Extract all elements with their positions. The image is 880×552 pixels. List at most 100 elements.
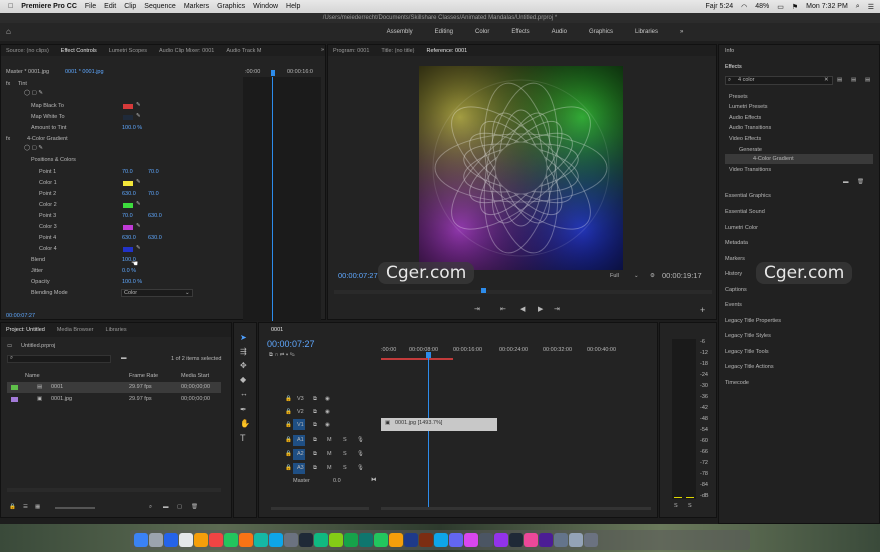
mail-icon[interactable] (179, 533, 193, 547)
launchpad-icon[interactable] (149, 533, 163, 547)
new-item-icon[interactable]: ▢ (177, 504, 182, 510)
effects-search-input[interactable]: ⌕ 4 color ✕ (725, 76, 833, 85)
gradient-effect[interactable]: 4-Color Gradient (27, 136, 68, 142)
lock-icon[interactable]: 🔒 (285, 422, 292, 428)
track-select-icon[interactable]: ⇶ (240, 347, 247, 356)
panel-history[interactable]: History (725, 271, 742, 277)
panel-timecode[interactable]: Timecode (725, 380, 749, 386)
panel-events[interactable]: Events (725, 302, 742, 308)
delete-icon[interactable]: 🗑 (857, 179, 864, 185)
tree-video-effects[interactable]: Video Effects (729, 136, 761, 142)
step-forward-icon[interactable]: ⇥ (554, 305, 560, 313)
wifi-icon[interactable]: ◠ (741, 3, 747, 11)
32bit-icon[interactable]: ▤ (851, 77, 856, 83)
color2-swatch[interactable] (123, 203, 133, 208)
search-icon[interactable]: ⌕ (856, 3, 860, 11)
blending-mode-select[interactable]: Color ⌄ (121, 289, 193, 297)
clear-search-icon[interactable]: ✕ (824, 77, 829, 83)
map-white-swatch[interactable] (123, 115, 133, 120)
wrench-icon[interactable]: ⚙ (650, 273, 655, 279)
tree-generate[interactable]: Generate (739, 147, 762, 153)
lock-icon[interactable]: 🔒 (285, 465, 292, 471)
tab-project[interactable]: Project: Untitled (6, 327, 45, 333)
app-icon[interactable] (464, 533, 478, 547)
timeline-hscrollbar[interactable] (381, 507, 651, 510)
eyedropper-icon[interactable]: ✎ (136, 201, 141, 207)
eye-icon[interactable]: ◉ (325, 409, 330, 415)
tab-program[interactable]: Program: 0001 (333, 48, 369, 54)
panel-metadata[interactable]: Metadata (725, 240, 748, 246)
mask-ellipse-icon[interactable]: ◯ ▢ ✎ (24, 90, 43, 96)
clock[interactable]: Mon 7:32 PM (806, 3, 848, 10)
lock-icon[interactable]: 🔒 (285, 437, 292, 443)
app-icon[interactable] (479, 533, 493, 547)
tab-sequence[interactable]: 0001 (271, 327, 283, 333)
panel-markers[interactable]: Markers (725, 256, 745, 262)
menu-sequence[interactable]: Sequence (144, 3, 176, 10)
safari-icon[interactable] (164, 533, 178, 547)
col-name[interactable]: Name (25, 373, 40, 379)
track-a2[interactable]: A2 (297, 451, 304, 457)
new-bin-icon[interactable]: ▬ (121, 355, 127, 361)
accelerated-icon[interactable]: ▤ (837, 77, 842, 83)
app-icon[interactable] (374, 533, 388, 547)
mask-ellipse-icon[interactable]: ◯ ▢ ✎ (24, 145, 43, 151)
finder-icon[interactable] (134, 533, 148, 547)
menu-markers[interactable]: Markers (184, 3, 209, 10)
col-media-start[interactable]: Media Start (181, 373, 209, 379)
play-icon[interactable]: ▶ (538, 305, 543, 313)
pen-icon[interactable]: ✒ (240, 405, 247, 414)
icon-view-icon[interactable]: ▦ (35, 504, 40, 510)
appstore-icon[interactable] (269, 533, 283, 547)
delete-icon[interactable]: 🗑 (191, 504, 198, 510)
mic-icon[interactable]: 🎙 (357, 451, 364, 457)
point4-y[interactable]: 630.0 (148, 235, 162, 241)
battery-percent[interactable]: 48% (755, 3, 769, 10)
program-playhead[interactable] (481, 288, 486, 293)
master-volume[interactable]: 0.0 (333, 478, 341, 484)
positions-colors-label[interactable]: Positions & Colors (31, 157, 76, 163)
tab-reference[interactable]: Reference: 0001 (427, 48, 468, 54)
tab-audio-track[interactable]: Audio Track M (226, 48, 261, 54)
mic-icon[interactable]: 🎙 (357, 465, 364, 471)
mute-button[interactable]: M (327, 465, 332, 471)
tree-lumetri-presets[interactable]: Lumetri Presets (729, 104, 768, 110)
mute-button[interactable]: M (327, 437, 332, 443)
tab-title[interactable]: Title: (no title) (381, 48, 414, 54)
tree-audio-transitions[interactable]: Audio Transitions (729, 125, 771, 131)
zoom-slider[interactable] (55, 507, 95, 509)
video-preview[interactable] (419, 66, 623, 270)
table-row[interactable]: ▣ 0001.jpg 29.97 fps 00;00;00;00 (7, 394, 221, 405)
end-marker-icon[interactable]: ⧓ (371, 477, 377, 483)
app-menu[interactable]: Premiere Pro CC (21, 3, 77, 10)
terminal-icon[interactable] (299, 533, 313, 547)
panel-essential-graphics[interactable]: Essential Graphics (725, 193, 771, 199)
effects-tab[interactable]: Effects (725, 64, 742, 70)
app-icon[interactable] (344, 533, 358, 547)
menu-edit[interactable]: Edit (104, 3, 116, 10)
eyedropper-icon[interactable]: ✎ (136, 113, 141, 119)
mic-icon[interactable]: 🎙 (357, 437, 364, 443)
menu-clip[interactable]: Clip (124, 3, 136, 10)
timeline-clip[interactable]: ▣ 0001.jpg [1493.7%] (381, 418, 497, 431)
info-tab[interactable]: Info (725, 48, 734, 54)
app-icon[interactable] (449, 533, 463, 547)
color4-swatch[interactable] (123, 247, 133, 252)
ec-playhead[interactable] (271, 70, 275, 76)
fx-toggle-icon[interactable]: fx (6, 136, 10, 142)
work-area-bar[interactable] (381, 358, 453, 360)
find-icon[interactable]: ⌕ (149, 504, 152, 511)
panel-legacy-title-tools[interactable]: Legacy Title Tools (725, 349, 769, 355)
track-v2[interactable]: V2 (297, 409, 304, 415)
point1-y[interactable]: 70.0 (148, 169, 159, 175)
col-frame-rate[interactable]: Frame Rate (129, 373, 158, 379)
selection-tool-icon[interactable]: ➤ (240, 333, 247, 342)
new-bin-icon[interactable]: ▬ (163, 504, 169, 510)
panel-expand-icon[interactable]: » (321, 47, 324, 53)
lock-icon[interactable]: 🔒 (285, 409, 292, 415)
menu-graphics[interactable]: Graphics (217, 3, 245, 10)
flag-icon[interactable]: ⚑ (792, 3, 798, 11)
table-row[interactable]: ▤ 0001 29.97 fps 00;00;00;00 (7, 382, 221, 393)
lock-icon[interactable]: 🔒 (285, 451, 292, 457)
color3-swatch[interactable] (123, 225, 133, 230)
